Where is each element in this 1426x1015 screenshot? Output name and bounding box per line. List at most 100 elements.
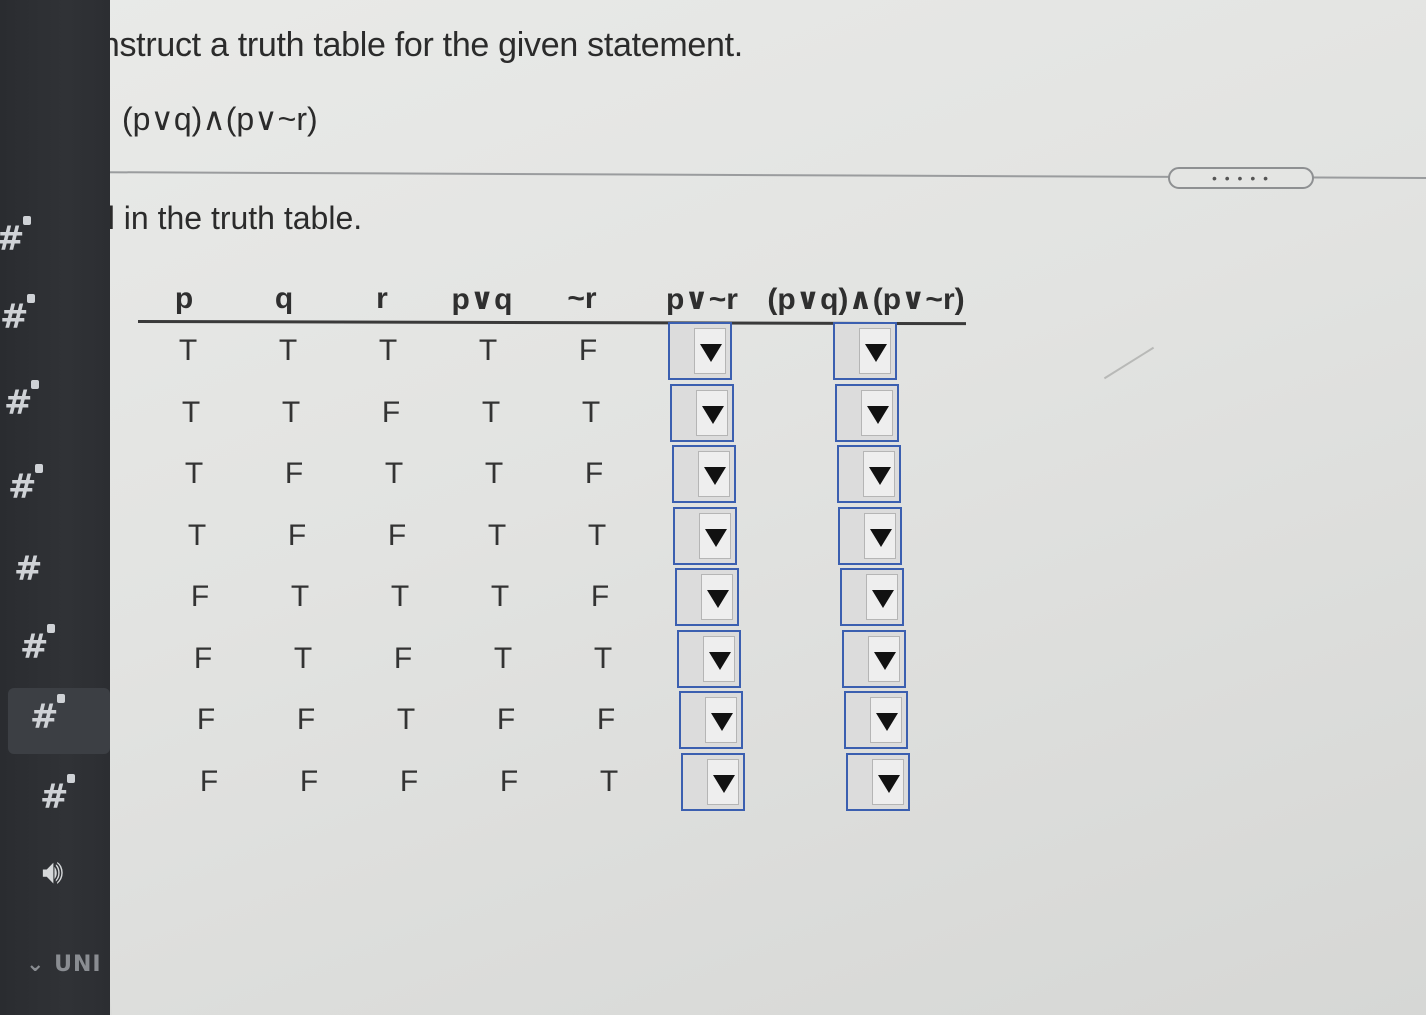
cell-q: F <box>296 703 316 736</box>
dropdown-result[interactable] <box>838 506 903 565</box>
triangle-down-icon <box>707 590 730 608</box>
dropdown-p-or-not-r[interactable] <box>669 383 734 442</box>
triangle-down-icon <box>866 405 889 424</box>
dropdown-result[interactable] <box>836 445 901 503</box>
hash-lock-icon[interactable]: # <box>4 380 39 420</box>
dropdown-result[interactable] <box>833 322 897 380</box>
cell-q: F <box>299 764 319 798</box>
triangle-down-icon <box>700 344 722 362</box>
dropdown-toggle-button[interactable] <box>868 635 900 682</box>
cell-p: T <box>184 457 204 490</box>
header-r: r <box>376 282 388 315</box>
header-q: q <box>274 282 294 315</box>
cell-q: T <box>290 580 310 613</box>
cell-q: F <box>287 518 307 552</box>
cell-r: T <box>390 580 410 613</box>
triangle-down-icon <box>874 651 896 670</box>
triangle-down-icon <box>870 528 893 547</box>
header-not-r: ~r <box>567 282 597 315</box>
speaker-icon[interactable]: 🔊︎ <box>42 852 63 892</box>
header-p-or-q: p∨q <box>451 283 513 316</box>
triangle-down-icon <box>701 405 724 424</box>
cell-p: F <box>190 580 210 613</box>
hash-lock-icon[interactable]: # <box>0 294 35 334</box>
cell-p-or-q: T <box>490 580 510 613</box>
triangle-down-icon <box>712 774 735 793</box>
cell-p: T <box>181 395 201 429</box>
cell-q: T <box>278 334 298 367</box>
cell-p-or-q: T <box>487 518 507 552</box>
dropdown-toggle-button[interactable] <box>697 451 730 497</box>
browser-viewport: Construct a truth table for the given st… <box>42 0 1426 1015</box>
cell-not-r: F <box>578 334 598 367</box>
lock-icon <box>22 216 31 225</box>
dropdown-result[interactable] <box>834 383 899 442</box>
triangle-down-icon <box>868 467 891 485</box>
header-result: (p∨q)∧(p∨~r) <box>767 283 965 316</box>
header-p-or-not-r: p∨~r <box>666 283 738 316</box>
cell-q: T <box>281 395 301 429</box>
dropdown-toggle-button[interactable] <box>866 574 899 620</box>
cell-p: F <box>199 764 219 798</box>
dropdown-toggle-button[interactable] <box>704 697 737 743</box>
cell-p: T <box>187 518 207 552</box>
pen-mark <box>1103 346 1155 380</box>
dropdown-p-or-not-r[interactable] <box>680 752 745 811</box>
dropdown-p-or-not-r[interactable] <box>675 568 740 626</box>
cell-not-r: T <box>599 764 619 798</box>
dropdown-toggle-button[interactable] <box>862 451 895 497</box>
dropdown-toggle-button[interactable] <box>871 758 904 805</box>
dropdown-result[interactable] <box>843 691 908 749</box>
category-label-text: UNI <box>54 952 102 977</box>
dropdown-toggle-button[interactable] <box>859 328 891 374</box>
hash-lock-icon[interactable]: # <box>0 216 31 256</box>
dropdown-toggle-button[interactable] <box>869 697 902 743</box>
cell-r: F <box>381 395 401 429</box>
dropdown-p-or-not-r[interactable] <box>677 629 741 688</box>
header-p: p <box>174 282 194 315</box>
triangle-down-icon <box>872 590 895 608</box>
triangle-down-icon <box>875 713 898 731</box>
dropdown-p-or-not-r[interactable] <box>668 322 732 380</box>
dropdown-p-or-not-r[interactable] <box>678 691 743 749</box>
triangle-down-icon <box>710 713 733 731</box>
dropdown-p-or-not-r[interactable] <box>673 506 738 565</box>
cell-r: F <box>393 641 413 675</box>
triangle-down-icon <box>877 774 900 793</box>
dropdown-result[interactable] <box>845 752 910 811</box>
dropdown-toggle-button[interactable] <box>701 574 734 620</box>
triangle-down-icon <box>703 467 726 485</box>
dropdown-toggle-button[interactable] <box>860 389 893 436</box>
category-label[interactable]: ⌄ UNI <box>26 952 102 977</box>
channel-sidebar: # # # # # # # # 🔊︎ ⌄ UNI <box>0 0 110 1015</box>
hash-icon[interactable]: # <box>14 552 43 586</box>
hash-lock-icon[interactable]: # <box>8 464 43 504</box>
more-button[interactable]: • • • • • <box>1168 167 1314 189</box>
cell-p-or-q: T <box>478 334 498 367</box>
cell-p-or-q: T <box>481 395 501 429</box>
dropdown-toggle-button[interactable] <box>699 512 732 559</box>
lock-icon <box>30 380 39 389</box>
cell-p: T <box>178 334 198 367</box>
dropdown-toggle-button[interactable] <box>703 635 735 682</box>
dropdown-toggle-button[interactable] <box>694 328 726 374</box>
cell-r: T <box>378 334 398 367</box>
lock-icon <box>26 294 35 303</box>
cell-not-r: T <box>587 518 607 552</box>
lock-icon <box>46 624 55 633</box>
dropdown-p-or-not-r[interactable] <box>671 445 736 503</box>
triangle-down-icon <box>865 344 887 362</box>
dropdown-toggle-button[interactable] <box>695 389 728 436</box>
cell-p-or-q: F <box>499 764 519 798</box>
dropdown-result[interactable] <box>840 568 905 626</box>
cell-r: T <box>384 457 404 490</box>
hash-lock-icon[interactable]: # <box>30 694 65 734</box>
cell-p: F <box>193 641 213 675</box>
dropdown-toggle-button[interactable] <box>864 512 897 559</box>
dropdown-toggle-button[interactable] <box>706 758 739 805</box>
cell-p: F <box>196 703 216 736</box>
hash-lock-icon[interactable]: # <box>20 624 55 664</box>
hash-lock-icon[interactable]: # <box>40 774 75 814</box>
cell-p-or-q: T <box>484 457 504 490</box>
dropdown-result[interactable] <box>842 629 906 688</box>
